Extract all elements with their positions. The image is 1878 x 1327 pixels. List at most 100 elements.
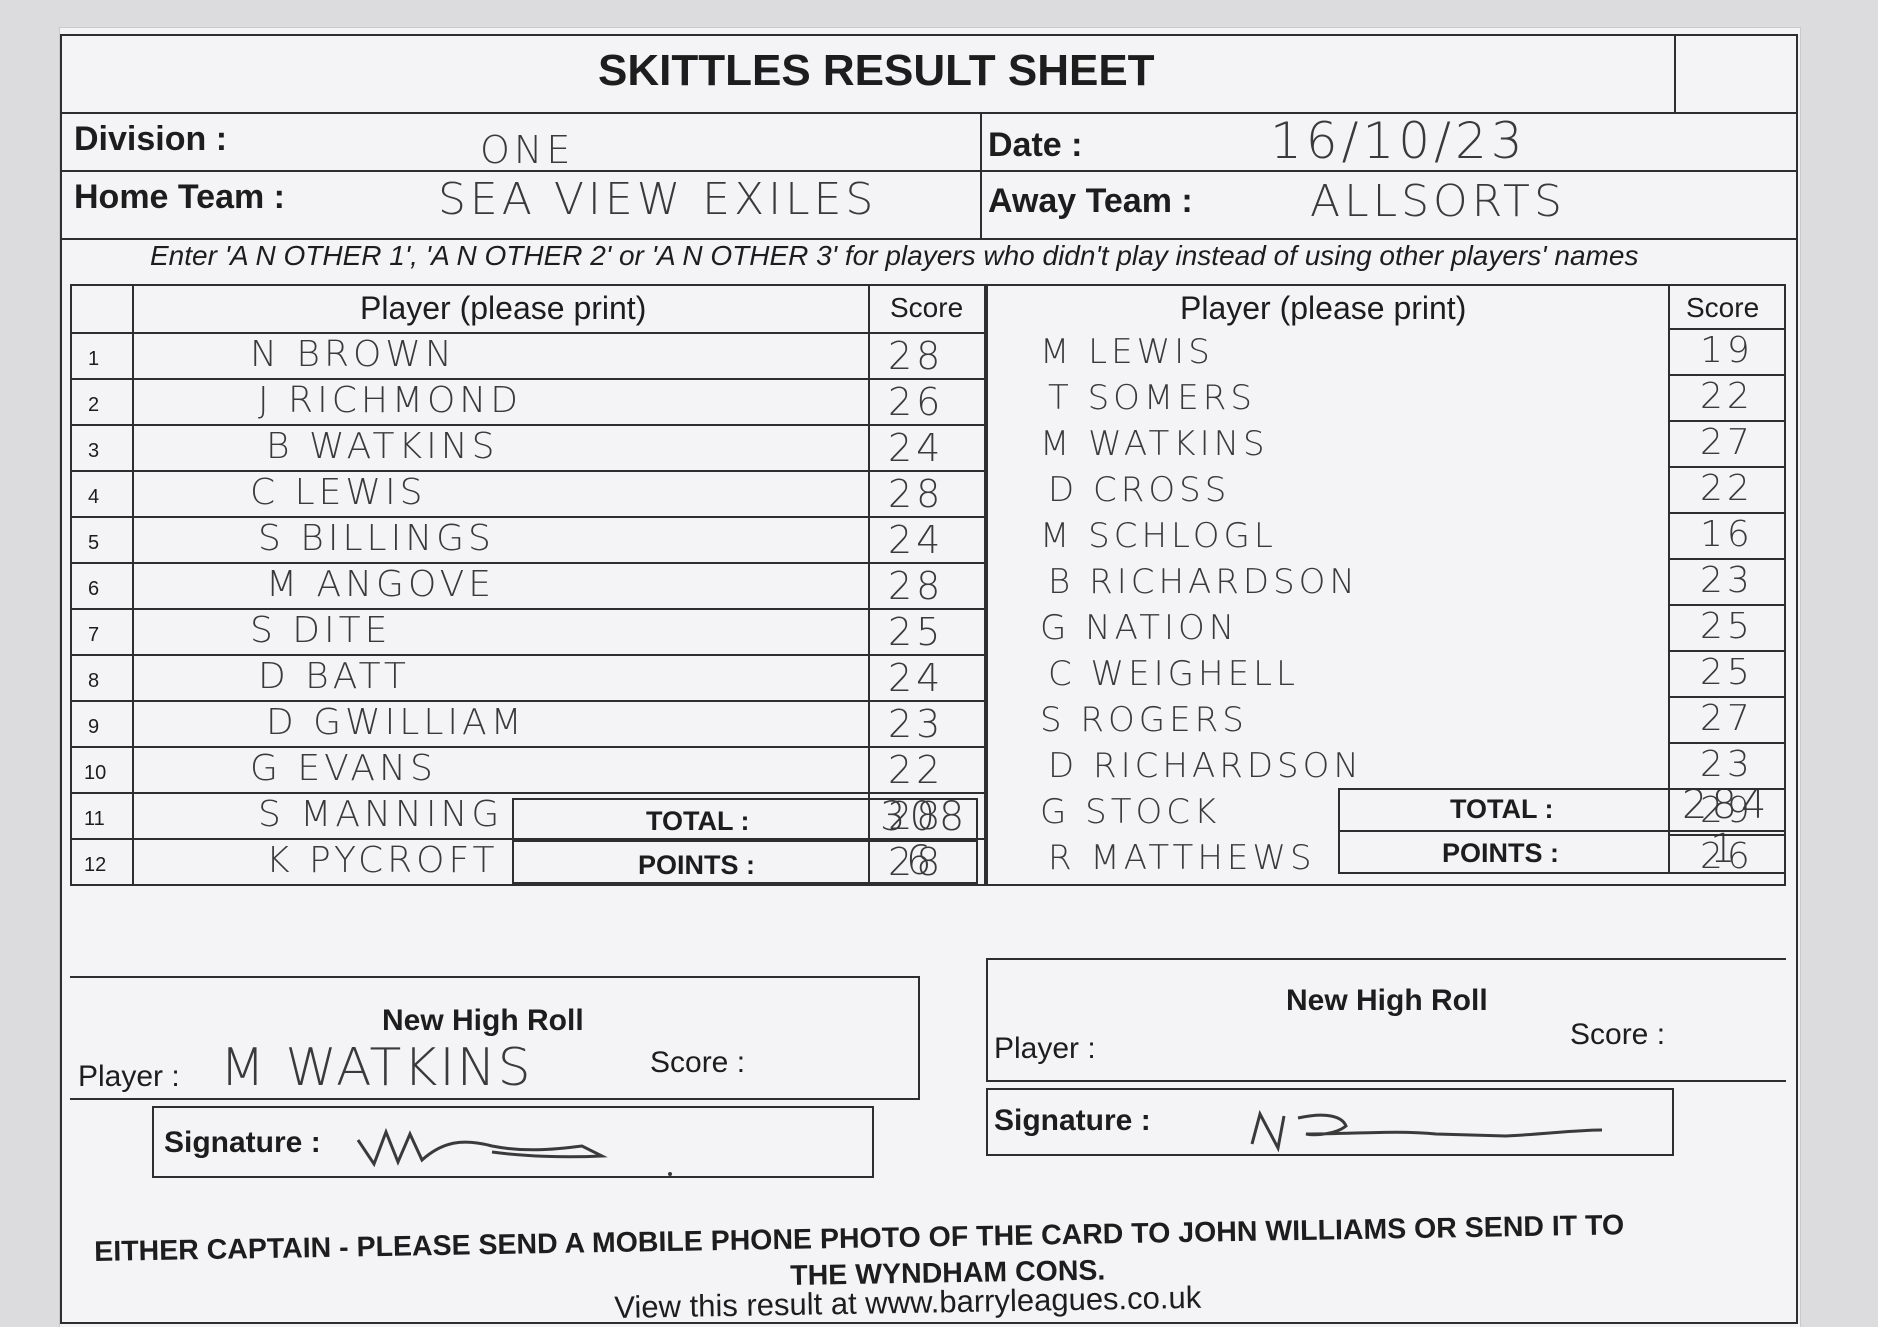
away-player-score: 19 [1700, 330, 1754, 371]
away-player-name: G NATION [1040, 608, 1239, 648]
row-number: 10 [84, 762, 107, 784]
away-player-name: B RICHARDSON [1048, 562, 1359, 602]
home-team-value: SEA VIEW EXILES [438, 174, 878, 225]
home-player-name: K PYCROFT [266, 840, 499, 881]
away-player-name: R MATTHEWS [1048, 838, 1316, 878]
home-player-name: N BROWN [250, 334, 456, 375]
home-signature-scribble [356, 1127, 672, 1176]
home-high-roll-player: M WATKINS [220, 1038, 533, 1098]
home-player-score: 28 [888, 472, 945, 516]
row-number: 2 [88, 394, 100, 416]
home-player-name: M ANGOVE [266, 564, 496, 605]
home-player-score: 24 [888, 426, 945, 470]
home-player-score: 25 [888, 610, 945, 654]
home-points-label: POINTS : [638, 850, 756, 880]
away-player-header: Player (please print) [1180, 290, 1467, 326]
row-number: 12 [84, 854, 107, 876]
home-player-name: D GWILLIAM [266, 702, 526, 743]
row-number: 3 [88, 440, 100, 462]
home-total-label: TOTAL : [646, 806, 750, 836]
away-player-score: 22 [1700, 376, 1754, 417]
row-divider [70, 516, 986, 518]
away-player-score: 26 [1700, 836, 1754, 877]
away-player-score: 25 [1700, 652, 1754, 693]
row-number: 5 [88, 532, 100, 554]
home-player-score: 24 [888, 518, 945, 562]
home-player-header: Player (please print) [360, 290, 647, 326]
away-player-name: M SCHLOGL [1040, 516, 1277, 556]
division-value: ONE [480, 128, 575, 172]
home-player-name: D BATT [258, 656, 410, 697]
home-player-name: S MANNING [258, 794, 504, 835]
row-divider [70, 378, 986, 380]
home-player-score: 28 [888, 840, 945, 884]
away-player-name: G STOCK [1040, 792, 1221, 832]
row-divider [70, 470, 986, 472]
home-player-score: 23 [888, 702, 945, 746]
row-number: 1 [88, 348, 100, 370]
home-player-score: 28 [888, 564, 945, 608]
row-number: 11 [84, 808, 105, 830]
home-player-name: J RICHMOND [258, 380, 522, 421]
away-player-name: T SOMERS [1048, 378, 1256, 418]
away-player-score: 27 [1700, 698, 1754, 739]
row-divider [70, 424, 986, 426]
row-number: 6 [88, 578, 100, 600]
home-player-score: 26 [888, 380, 945, 424]
away-player-score: 23 [1700, 560, 1754, 601]
away-player-score: 23 [1700, 744, 1754, 785]
away-player-name: M WATKINS [1040, 424, 1269, 464]
away-high-roll-box [986, 958, 1786, 1082]
away-high-roll-player-label: Player : [994, 1032, 1096, 1065]
away-player-score: 29 [1700, 790, 1754, 831]
home-signature-label: Signature : [164, 1126, 321, 1159]
away-player-name: C WEIGHELL [1048, 654, 1299, 694]
home-high-roll-player-label: Player : [78, 1060, 180, 1093]
row-divider [70, 562, 986, 564]
home-high-roll-score-label: Score : [650, 1046, 746, 1079]
away-team-value: ALLSORTS [1310, 176, 1566, 227]
home-player-name: S DITE [250, 610, 392, 651]
away-signature-label: Signature : [994, 1104, 1151, 1137]
away-player-score: 22 [1700, 468, 1754, 509]
row-divider [70, 700, 986, 702]
away-player-name: D RICHARDSON [1048, 746, 1363, 786]
row-divider [70, 838, 986, 840]
row-number: 8 [88, 670, 100, 692]
home-high-roll-heading: New High Roll [382, 1004, 584, 1037]
divider [980, 112, 982, 238]
away-high-roll-heading: New High Roll [1286, 984, 1488, 1017]
away-player-score: 27 [1700, 422, 1754, 463]
division-label: Division : [74, 120, 228, 158]
date-label: Date : [988, 126, 1083, 164]
sheet-title: SKITTLES RESULT SHEET [598, 46, 1155, 95]
away-score-header: Score [1686, 292, 1760, 323]
row-number: 4 [88, 486, 100, 508]
instruction-text: Enter 'A N OTHER 1', 'A N OTHER 2' or 'A… [150, 240, 1639, 271]
row-number: 9 [88, 716, 100, 738]
away-player-name: M LEWIS [1040, 332, 1214, 372]
date-value: 16/10/23 [1270, 112, 1527, 170]
away-high-roll-score-label: Score : [1570, 1018, 1666, 1051]
home-player-name: S BILLINGS [258, 518, 495, 559]
away-signature-scribble [1250, 1109, 1603, 1153]
row-number: 7 [88, 624, 100, 646]
row-divider [70, 332, 986, 334]
away-points-label: POINTS : [1442, 838, 1560, 868]
home-player-score: 28 [888, 334, 945, 378]
row-divider [70, 884, 522, 886]
divider [132, 284, 134, 886]
home-player-score: 28 [888, 794, 945, 838]
row-divider [70, 608, 986, 610]
home-player-name: B WATKINS [266, 426, 499, 467]
home-score-header: Score [890, 292, 964, 323]
row-divider [70, 746, 986, 748]
divider [60, 170, 1798, 172]
home-player-name: G EVANS [250, 748, 437, 789]
home-player-name: C LEWIS [250, 472, 427, 513]
away-total-label: TOTAL : [1450, 794, 1554, 824]
home-player-score: 24 [888, 656, 945, 700]
away-player-score: 16 [1700, 514, 1754, 555]
divider [868, 798, 870, 884]
away-team-label: Away Team : [988, 182, 1193, 220]
